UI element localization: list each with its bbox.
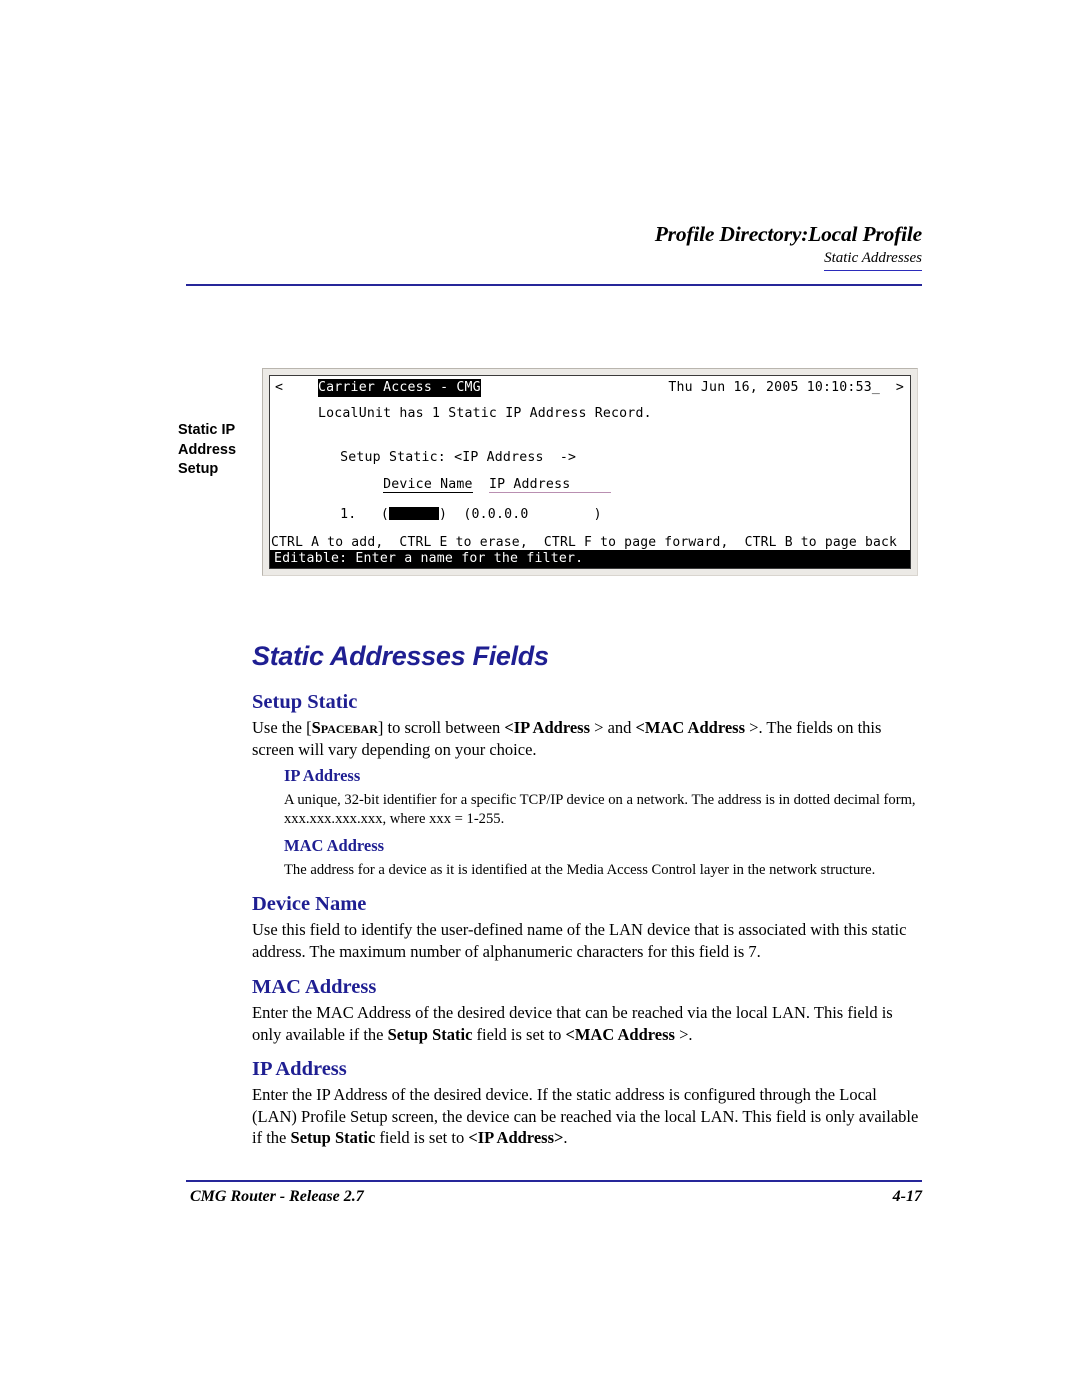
paragraph-setup-static: Use the [Spacebar] to scroll between <IP… [252, 717, 924, 760]
heading-sub-ip-address: IP Address [284, 766, 361, 785]
text-frag: ] to scroll between [377, 718, 505, 737]
figure-caption-line-2: Address [178, 441, 237, 458]
running-header-subtitle: Static Addresses [824, 250, 922, 272]
heading-mac-address: MAC Address [252, 976, 377, 998]
figure-caption: Static IP Address Setup [178, 421, 262, 480]
terminal-record-count-line: LocalUnit has 1 Static IP Address Record… [318, 406, 652, 421]
document-page: Profile Directory:Local Profile Static A… [0, 0, 1080, 1397]
paragraph-sub-mac-address: The address for a device as it is identi… [284, 862, 876, 878]
heading-setup-static: Setup Static [252, 691, 358, 713]
text-frag-bold: Setup Static [290, 1128, 376, 1147]
terminal-screenshot-frame: < Carrier Access - CMG Thu Jun 16, 2005 … [262, 368, 918, 576]
footer-page-number: 4-17 [892, 1188, 922, 1205]
figure-caption-line-3: Setup [178, 461, 219, 477]
text-frag: > and [590, 718, 636, 737]
text-frag: >. [674, 1024, 693, 1044]
text-frag-bold: Setup Static [387, 1024, 473, 1044]
record-index: 1. [340, 506, 357, 522]
text-frag-bold: <MAC Address [565, 1024, 675, 1044]
heading-device-name: Device Name [252, 893, 367, 915]
page-title: Static Addresses Fields [252, 641, 549, 671]
page-right-arrow-icon[interactable]: > [896, 379, 904, 397]
header-divider-rule [186, 284, 922, 286]
terminal-datetime: Thu Jun 16, 2005 10:10:53_ [668, 380, 880, 395]
terminal-status-bar: Editable: Enter a name for the filter. [270, 550, 910, 568]
text-frag-bold: <MAC Address [635, 718, 746, 737]
spacebar-key-label: Spacebar [311, 718, 378, 737]
paragraph-mac-address: Enter the MAC Address of the desired dev… [252, 1002, 924, 1045]
running-header: Profile Directory:Local Profile Static A… [186, 222, 922, 272]
ip-address-input-field[interactable]: 0.0.0.0 [472, 507, 529, 522]
heading-ip-address: IP Address [252, 1058, 347, 1080]
paragraph-device-name: Use this field to identify the user-defi… [252, 920, 907, 961]
terminal-title: Carrier Access - CMG [318, 379, 481, 397]
text-frag-bold: <IP Address [504, 718, 591, 737]
heading-sub-mac-address: MAC Address [284, 836, 385, 855]
figure-caption-line-1: Static IP [178, 422, 236, 438]
page-left-arrow-icon[interactable]: < [275, 379, 283, 397]
terminal-screen: < Carrier Access - CMG Thu Jun 16, 2005 … [269, 375, 911, 569]
text-frag: Use the [ [252, 718, 312, 737]
text-frag-bold: <IP Address> [468, 1128, 564, 1147]
paragraph-sub-ip-address: A unique, 32-bit identifier for a specif… [284, 792, 916, 827]
text-frag: field is set to [375, 1128, 469, 1147]
text-frag: . [563, 1128, 568, 1147]
terminal-record-row: 1. () (0.0.0.0 ) [340, 506, 602, 522]
terminal-help-line: CTRL A to add, CTRL E to erase, CTRL F t… [271, 535, 898, 550]
running-header-title: Profile Directory:Local Profile [654, 222, 922, 246]
text-frag: field is set to [472, 1024, 566, 1044]
device-name-input-field[interactable] [388, 506, 439, 520]
footer-divider-rule [186, 1180, 922, 1182]
paragraph-ip-address: Enter the IP Address of the desired devi… [252, 1084, 924, 1149]
